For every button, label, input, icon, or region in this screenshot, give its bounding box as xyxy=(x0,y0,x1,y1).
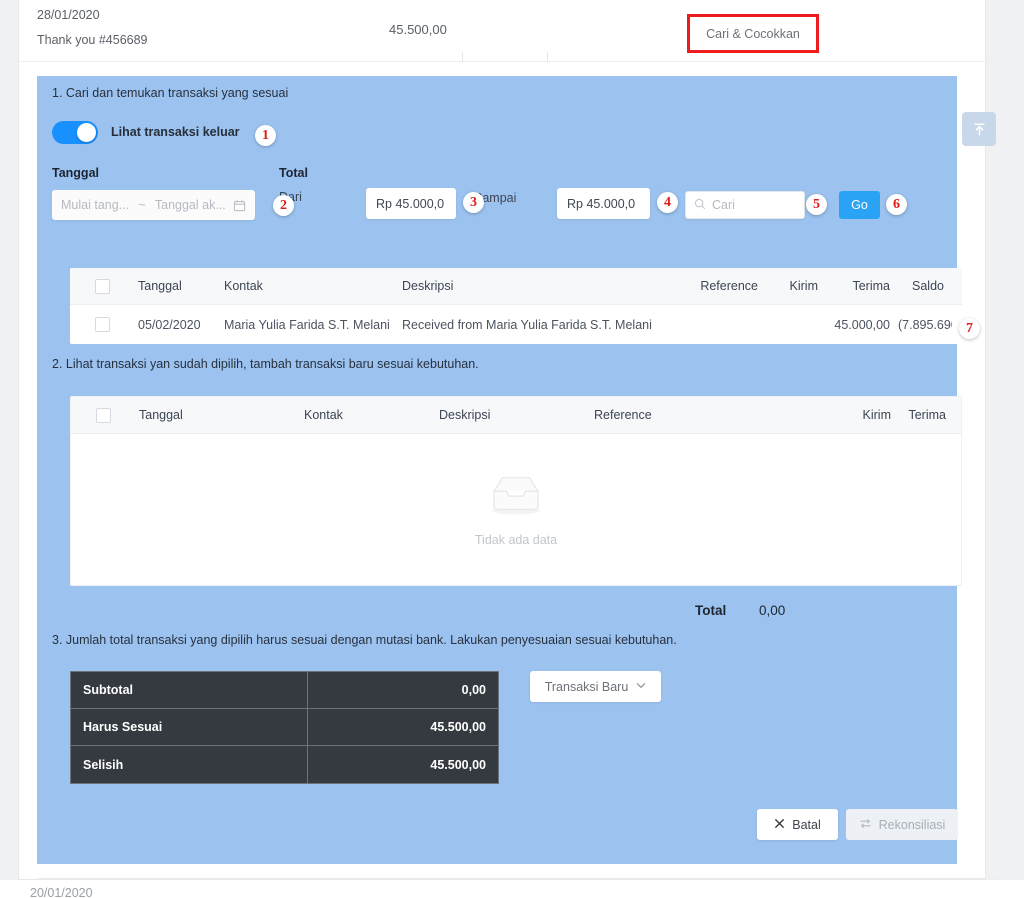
annotation-badge-2: 2 xyxy=(273,195,294,216)
column-header-kirim: Kirim xyxy=(762,279,822,293)
step-2-title: 2. Lihat transaksi yan sudah dipilih, ta… xyxy=(52,357,479,371)
row-checkbox-cell xyxy=(70,317,134,332)
swap-icon xyxy=(859,818,872,832)
date-end-placeholder: Tanggal ak... xyxy=(155,198,226,212)
summary-table: Subtotal 0,00 Harus Sesuai 45.500,00 Sel… xyxy=(70,671,499,784)
go-button[interactable]: Go xyxy=(839,191,880,219)
summary-value-selisih: 45.500,00 xyxy=(308,746,498,783)
table-row[interactable]: 05/02/2020 Maria Yulia Farida S.T. Melan… xyxy=(70,305,962,344)
table-header-row: Tanggal Kontak Deskripsi Reference Kirim… xyxy=(70,268,962,305)
cell-tanggal: 05/02/2020 xyxy=(134,318,220,332)
tanggal-label: Tanggal xyxy=(52,166,99,180)
date-start-placeholder: Mulai tang... xyxy=(61,198,129,212)
summary-value-subtotal: 0,00 xyxy=(308,672,498,708)
summary-label-harus-sesuai: Harus Sesuai xyxy=(71,709,308,745)
inbox-empty-icon xyxy=(485,472,547,523)
column-header-terima: Terima xyxy=(822,279,894,293)
cancel-label: Batal xyxy=(792,818,821,832)
chevron-down-icon xyxy=(636,681,646,692)
select-all-checkbox-cell xyxy=(71,408,135,423)
transaksi-baru-label: Transaksi Baru xyxy=(545,680,629,694)
cell-saldo: (7.895.690,91) xyxy=(894,318,952,332)
select-all-checkbox-cell xyxy=(70,279,134,294)
summary-value-harus-sesuai: 45.500,00 xyxy=(308,709,498,745)
transaction-date: 28/01/2020 xyxy=(37,8,100,22)
page-bottom-area xyxy=(0,880,1024,898)
reconciliation-card: 28/01/2020 Thank you #456689 45.500,00 C… xyxy=(18,0,986,880)
summary-row-subtotal: Subtotal 0,00 xyxy=(71,672,498,709)
header-divider-1 xyxy=(462,52,463,62)
empty-state-text: Tidak ada data xyxy=(475,533,557,547)
column-header-kontak: Kontak xyxy=(220,279,398,293)
card-bottom-divider xyxy=(37,878,1005,879)
transaction-header-row: 28/01/2020 Thank you #456689 45.500,00 C… xyxy=(19,0,987,62)
transaction-description: Thank you #456689 xyxy=(37,33,148,47)
step-1-title: 1. Cari dan temukan transaksi yang sesua… xyxy=(52,86,288,100)
transaction-amount: 45.500,00 xyxy=(389,22,447,37)
step-3-title: 3. Jumlah total transaksi yang dipilih h… xyxy=(52,633,677,647)
cell-kontak: Maria Yulia Farida S.T. Melani xyxy=(220,318,398,332)
close-icon xyxy=(774,818,785,832)
page-left-gutter xyxy=(0,0,18,898)
cari-cocokkan-button[interactable]: Cari & Cocokkan xyxy=(706,27,800,41)
total-from-input[interactable]: Rp 45.000,0 xyxy=(366,188,456,219)
empty-state: Tidak ada data xyxy=(71,434,961,585)
lihat-transaksi-keluar-toggle[interactable] xyxy=(52,121,98,144)
select-all-checkbox[interactable] xyxy=(95,279,110,294)
calendar-icon xyxy=(233,199,246,212)
reconcile-button[interactable]: Rekonsiliasi xyxy=(846,809,958,840)
transaksi-baru-dropdown[interactable]: Transaksi Baru xyxy=(530,671,661,702)
summary-label-selisih: Selisih xyxy=(71,746,308,783)
cell-deskripsi: Received from Maria Yulia Farida S.T. Me… xyxy=(398,318,668,332)
annotation-badge-1: 1 xyxy=(255,125,276,146)
select-all-checkbox[interactable] xyxy=(96,408,111,423)
cell-terima: 45.000,00 xyxy=(822,318,894,332)
scroll-to-top-button[interactable] xyxy=(962,112,996,146)
column-header-kontak: Kontak xyxy=(300,408,435,422)
found-transactions-table: Tanggal Kontak Deskripsi Reference Kirim… xyxy=(70,268,962,344)
column-header-terima: Terima xyxy=(895,408,955,422)
total-label: Total xyxy=(279,166,308,180)
app-root: 28/01/2020 Thank you #456689 45.500,00 C… xyxy=(0,0,1024,898)
column-header-tanggal: Tanggal xyxy=(134,279,220,293)
column-header-reference: Reference xyxy=(668,279,762,293)
annotation-badge-6: 6 xyxy=(886,194,907,215)
column-header-saldo: Saldo xyxy=(894,279,952,293)
cancel-button[interactable]: Batal xyxy=(757,809,838,840)
summary-label-subtotal: Subtotal xyxy=(71,672,308,708)
column-header-deskripsi: Deskripsi xyxy=(435,408,590,422)
date-range-separator: ~ xyxy=(136,198,147,212)
column-header-tanggal: Tanggal xyxy=(135,408,300,422)
selected-transactions-table: Tanggal Kontak Deskripsi Reference Kirim… xyxy=(70,396,962,586)
total-to-input[interactable]: Rp 45.000,0 xyxy=(557,188,650,219)
annotation-badge-5: 5 xyxy=(806,194,827,215)
search-input[interactable]: Cari xyxy=(685,191,805,219)
cari-cocokkan-highlight: Cari & Cocokkan xyxy=(687,14,819,53)
header-divider-2 xyxy=(547,52,548,62)
search-placeholder-text: Cari xyxy=(712,198,735,212)
column-header-deskripsi: Deskripsi xyxy=(398,279,668,293)
search-icon xyxy=(694,198,706,213)
next-transaction-date: 20/01/2020 xyxy=(30,886,93,898)
column-header-reference: Reference xyxy=(590,408,825,422)
selected-total-value: 0,00 xyxy=(759,603,785,618)
column-header-kirim: Kirim xyxy=(825,408,895,422)
row-checkbox[interactable] xyxy=(95,317,110,332)
annotation-badge-4: 4 xyxy=(657,192,678,213)
summary-row-selisih: Selisih 45.500,00 xyxy=(71,746,498,783)
toggle-knob xyxy=(77,123,96,142)
selected-total-label: Total xyxy=(695,603,726,618)
date-range-input[interactable]: Mulai tang... ~ Tanggal ak... xyxy=(52,190,255,220)
table-header-row: Tanggal Kontak Deskripsi Reference Kirim… xyxy=(71,397,961,434)
summary-row-harus-sesuai: Harus Sesuai 45.500,00 xyxy=(71,709,498,746)
toggle-label: Lihat transaksi keluar xyxy=(111,125,240,139)
annotation-badge-7: 7 xyxy=(959,318,980,339)
reconcile-label: Rekonsiliasi xyxy=(879,818,946,832)
annotation-badge-3: 3 xyxy=(463,192,484,213)
